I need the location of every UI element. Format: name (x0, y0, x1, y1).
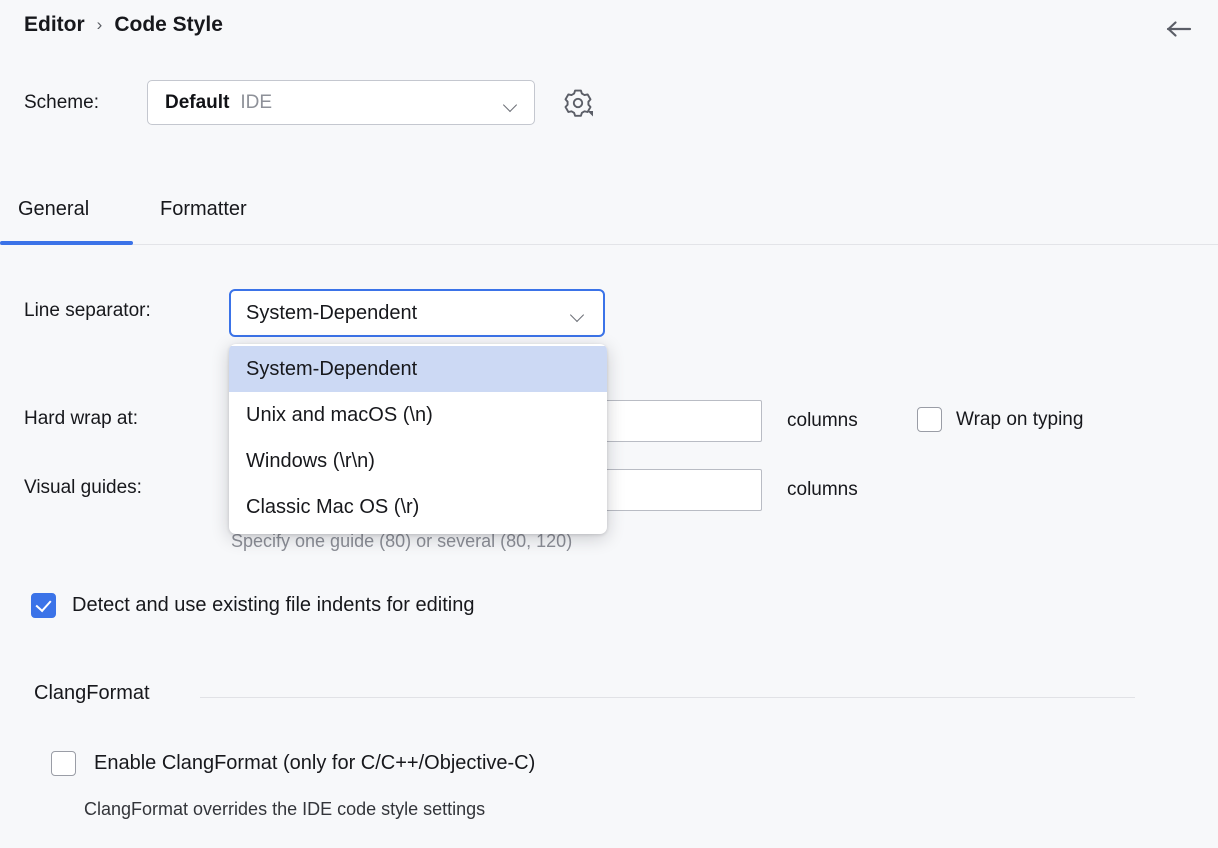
wrap-on-typing-label: Wrap on typing (956, 409, 1083, 431)
breadcrumb: Editor › Code Style (24, 13, 223, 37)
scheme-value-origin: IDE (240, 92, 272, 114)
breadcrumb-item-code-style: Code Style (114, 13, 223, 37)
checkbox-box (51, 751, 76, 776)
visual-guides-unit-label: columns (787, 479, 858, 501)
line-separator-dropdown-popup[interactable]: System-Dependent Unix and macOS (\n) Win… (229, 344, 607, 534)
line-separator-value: System-Dependent (246, 302, 417, 325)
dropdown-option-unix-macos[interactable]: Unix and macOS (\n) (229, 392, 607, 438)
detect-indents-label: Detect and use existing file indents for… (72, 594, 474, 617)
line-separator-label: Line separator: (24, 300, 151, 322)
breadcrumb-separator-icon: › (97, 15, 103, 35)
tab-formatter-label: Formatter (160, 199, 247, 219)
tab-general[interactable]: General (18, 189, 89, 245)
scheme-row: Scheme: Default IDE (24, 80, 595, 125)
dropdown-option-windows[interactable]: Windows (\r\n) (229, 438, 607, 484)
chevron-down-icon (572, 310, 585, 318)
dropdown-option-system-dependent[interactable]: System-Dependent (229, 346, 607, 392)
gear-icon[interactable] (561, 86, 595, 120)
checkbox-box (31, 593, 56, 618)
chevron-down-icon (505, 100, 518, 108)
tab-formatter[interactable]: Formatter (160, 189, 247, 245)
scheme-combobox[interactable]: Default IDE (147, 80, 535, 125)
wrap-on-typing-checkbox[interactable]: Wrap on typing (917, 407, 1083, 432)
enable-clangformat-checkbox[interactable]: Enable ClangFormat (only for C/C++/Objec… (51, 751, 535, 776)
scheme-value: Default (165, 92, 229, 114)
visual-guides-input[interactable] (598, 469, 762, 511)
enable-clangformat-label: Enable ClangFormat (only for C/C++/Objec… (94, 752, 535, 775)
checkbox-box (917, 407, 942, 432)
hard-wrap-unit-label: columns (787, 410, 858, 432)
clangformat-section-divider (200, 697, 1135, 698)
tab-general-label: General (18, 199, 89, 219)
visual-guides-label: Visual guides: (24, 477, 142, 499)
line-separator-combobox[interactable]: System-Dependent (229, 289, 605, 337)
detect-indents-checkbox[interactable]: Detect and use existing file indents for… (31, 593, 474, 618)
settings-body: Line separator: System-Dependent Hard wr… (0, 245, 1218, 848)
scheme-label: Scheme: (24, 92, 147, 114)
clangformat-section-title: ClangFormat (34, 682, 150, 705)
arrow-left-icon[interactable] (1164, 17, 1194, 41)
tab-bar: General Formatter (0, 188, 1218, 245)
hard-wrap-label: Hard wrap at: (24, 408, 138, 430)
visual-guides-hint: Specify one guide (80) or several (80, 1… (231, 531, 572, 552)
dropdown-option-classic-mac-os[interactable]: Classic Mac OS (\r) (229, 484, 607, 530)
breadcrumb-item-editor[interactable]: Editor (24, 13, 85, 37)
clangformat-hint: ClangFormat overrides the IDE code style… (84, 799, 485, 820)
hard-wrap-input[interactable] (598, 400, 762, 442)
